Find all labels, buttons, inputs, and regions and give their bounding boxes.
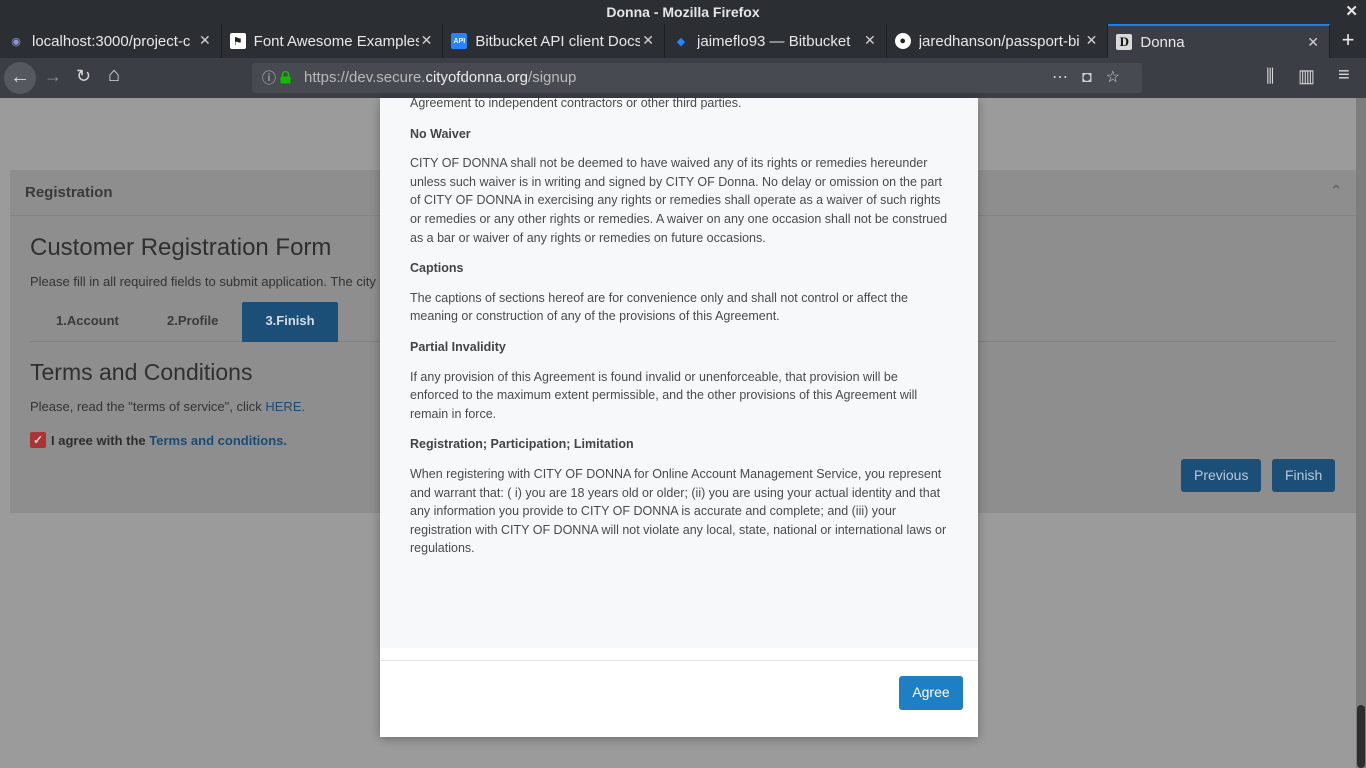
back-button[interactable]: ← — [4, 62, 36, 94]
section-heading: Captions — [410, 261, 464, 276]
agree-button[interactable]: Agree — [899, 676, 963, 710]
tab-title: Bitbucket API client Docs — [475, 32, 641, 50]
form-title: Customer Registration Form — [30, 234, 332, 261]
step-finish[interactable]: 3.Finish — [242, 302, 338, 342]
page-actions-icon[interactable]: ⋯ — [1052, 69, 1082, 86]
step-profile[interactable]: 2.Profile — [167, 302, 218, 342]
terms-intro: Agreement to independent contractors or … — [410, 98, 742, 110]
url-path: /signup — [528, 69, 577, 86]
section-heading: Registration; Participation; Limitation — [410, 437, 634, 452]
form-subtitle: Please fill in all required fields to su… — [30, 274, 376, 289]
panel-heading: Registration — [25, 184, 113, 201]
section-body: The captions of sections hereof are for … — [410, 290, 908, 324]
bitbucket-favicon-icon: ◆ — [676, 35, 686, 48]
info-icon[interactable]: ⓘ — [262, 63, 276, 93]
tab-title: Donna — [1140, 33, 1185, 51]
tab-close-icon[interactable]: ✕ — [421, 32, 433, 49]
menu-icon[interactable]: ≡ — [1338, 64, 1350, 87]
url-host: cityofdonna.org — [425, 69, 529, 86]
sidebar-icon[interactable]: ▥ — [1298, 66, 1315, 87]
section-body: When registering with CITY OF DONNA for … — [410, 466, 947, 556]
window-close-button[interactable]: ✕ — [1345, 0, 1358, 24]
terms-conditions-link[interactable]: Terms and conditions. — [149, 433, 287, 448]
tab-title: jaredhanson/passport-bi — [918, 32, 1080, 50]
tab-strip: ◉ localhost:3000/project-c ✕ ⚑ Font Awes… — [0, 24, 1366, 58]
lock-icon — [280, 71, 291, 84]
tab-bitbucket-jaimeflo93[interactable]: ◆ jaimeflo93 — Bitbucket ✕ — [665, 24, 887, 58]
api-favicon-icon: API — [451, 33, 468, 49]
tab-close-icon[interactable]: ✕ — [199, 32, 211, 49]
terms-read-text: Please, read the "terms of service", cli… — [30, 399, 305, 414]
donna-favicon-icon: D — [1116, 34, 1133, 50]
url-bar[interactable]: ⓘ https://dev.secure.cityofdonna.org/sig… — [252, 63, 1142, 93]
url-bar-actions: ⋯◘☆ — [1052, 63, 1134, 93]
tab-localhost[interactable]: ◉ localhost:3000/project-c ✕ — [0, 24, 222, 58]
window-title: Donna - Mozilla Firefox — [606, 4, 760, 20]
tab-passport-github[interactable]: ● jaredhanson/passport-bi ✕ — [887, 24, 1109, 58]
section-heading: Partial Invalidity — [410, 339, 506, 354]
flag-favicon-icon: ⚑ — [229, 33, 246, 49]
previous-button[interactable]: Previous — [1181, 459, 1262, 492]
tab-close-icon[interactable]: ✕ — [1307, 34, 1319, 51]
terms-modal-body[interactable]: Agreement to independent contractors or … — [380, 98, 978, 648]
agree-row: ✓ I agree with the Terms and conditions. — [30, 432, 287, 448]
forward-button[interactable]: → — [44, 66, 62, 87]
tab-close-icon[interactable]: ✕ — [864, 32, 876, 49]
finish-button[interactable]: Finish — [1272, 459, 1336, 492]
navigation-toolbar: ← → ↻ ⌂ ⓘ https://dev.secure.cityofdonna… — [0, 58, 1366, 98]
terms-read-label: Please, read the "terms of service", cli… — [30, 399, 266, 414]
tab-title: localhost:3000/project-c — [32, 32, 191, 50]
scrollbar-thumb[interactable] — [1357, 705, 1365, 768]
tab-title: jaimeflo93 — Bitbucket — [697, 32, 851, 50]
section-body: CITY OF DONNA shall not be deemed to hav… — [410, 156, 948, 245]
library-icon[interactable]: ⫼ — [1266, 66, 1274, 87]
github-favicon-icon: ● — [894, 33, 911, 49]
agree-checkbox[interactable]: ✓ — [30, 432, 46, 448]
terms-title: Terms and Conditions — [30, 359, 253, 385]
modal-footer — [380, 660, 978, 737]
url-prefix: https://dev.secure. — [304, 69, 426, 86]
page-scrollbar[interactable] — [1356, 98, 1366, 768]
bookmark-star-icon[interactable]: ☆ — [1106, 69, 1134, 86]
terms-modal: Agreement to independent contractors or … — [380, 98, 978, 737]
section-heading: No Waiver — [410, 126, 471, 141]
window-titlebar: Donna - Mozilla Firefox ✕ — [0, 0, 1366, 24]
reload-button[interactable]: ↻ — [76, 66, 91, 87]
pocket-icon[interactable]: ◘ — [1082, 69, 1106, 86]
tab-close-icon[interactable]: ✕ — [642, 32, 654, 49]
tab-font-awesome[interactable]: ⚑ Font Awesome Examples ✕ — [222, 24, 444, 58]
tab-close-icon[interactable]: ✕ — [1086, 32, 1098, 49]
localhost-favicon-icon: ◉ — [11, 35, 21, 48]
collapse-chevron-icon[interactable]: ⌃ — [1330, 182, 1342, 199]
section-body: If any provision of this Agreement is fo… — [410, 369, 918, 421]
tab-title: Font Awesome Examples — [253, 32, 419, 50]
step-account[interactable]: 1.Account — [56, 302, 119, 342]
tab-bitbucket-api-docs[interactable]: API Bitbucket API client Docs ✕ — [443, 24, 666, 58]
terms-here-link[interactable]: HERE. — [265, 399, 305, 414]
home-button[interactable]: ⌂ — [108, 64, 120, 87]
tab-donna[interactable]: D Donna ✕ — [1108, 24, 1331, 58]
new-tab-button[interactable]: + — [1330, 24, 1366, 58]
agree-label: I agree with the — [51, 432, 146, 448]
